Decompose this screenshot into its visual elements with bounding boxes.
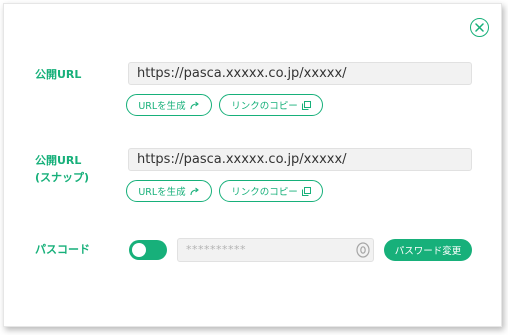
public-url-label: 公開URL xyxy=(35,68,82,81)
passcode-toggle[interactable] xyxy=(129,240,167,260)
copy-icon xyxy=(301,100,311,110)
generate-url-label: URLを生成 xyxy=(138,101,186,112)
passcode-label: パスコード xyxy=(35,243,90,256)
generate-url-button[interactable]: URLを生成 xyxy=(126,94,212,116)
snapshot-url-field[interactable]: https://pasca.xxxxx.co.jp/xxxxx/ xyxy=(128,148,472,171)
snapshot-copy-link-label: リンクのコピー xyxy=(231,187,298,198)
toggle-knob xyxy=(132,243,146,257)
snapshot-url-label-line2: (スナップ) xyxy=(35,171,90,184)
eye-icon[interactable] xyxy=(356,242,370,258)
snapshot-url-label-line1: 公開URL xyxy=(35,154,82,167)
share-arrow-icon xyxy=(190,187,199,195)
share-arrow-icon xyxy=(190,101,199,109)
public-url-field[interactable]: https://pasca.xxxxx.co.jp/xxxxx/ xyxy=(128,62,472,85)
close-button[interactable] xyxy=(470,18,489,37)
passcode-input[interactable]: ********** xyxy=(177,238,374,262)
share-settings-dialog: 公開URL https://pasca.xxxxx.co.jp/xxxxx/ U… xyxy=(3,3,502,327)
snapshot-generate-url-button[interactable]: URLを生成 xyxy=(126,180,212,202)
copy-icon xyxy=(301,186,311,196)
change-password-button[interactable]: パスワード変更 xyxy=(384,239,472,261)
copy-link-label: リンクのコピー xyxy=(231,101,298,112)
snapshot-url-label: 公開URL (スナップ) xyxy=(35,152,89,186)
snapshot-generate-url-label: URLを生成 xyxy=(138,187,186,198)
copy-link-button[interactable]: リンクのコピー xyxy=(219,94,323,116)
snapshot-copy-link-button[interactable]: リンクのコピー xyxy=(219,180,323,202)
close-icon xyxy=(475,23,484,32)
